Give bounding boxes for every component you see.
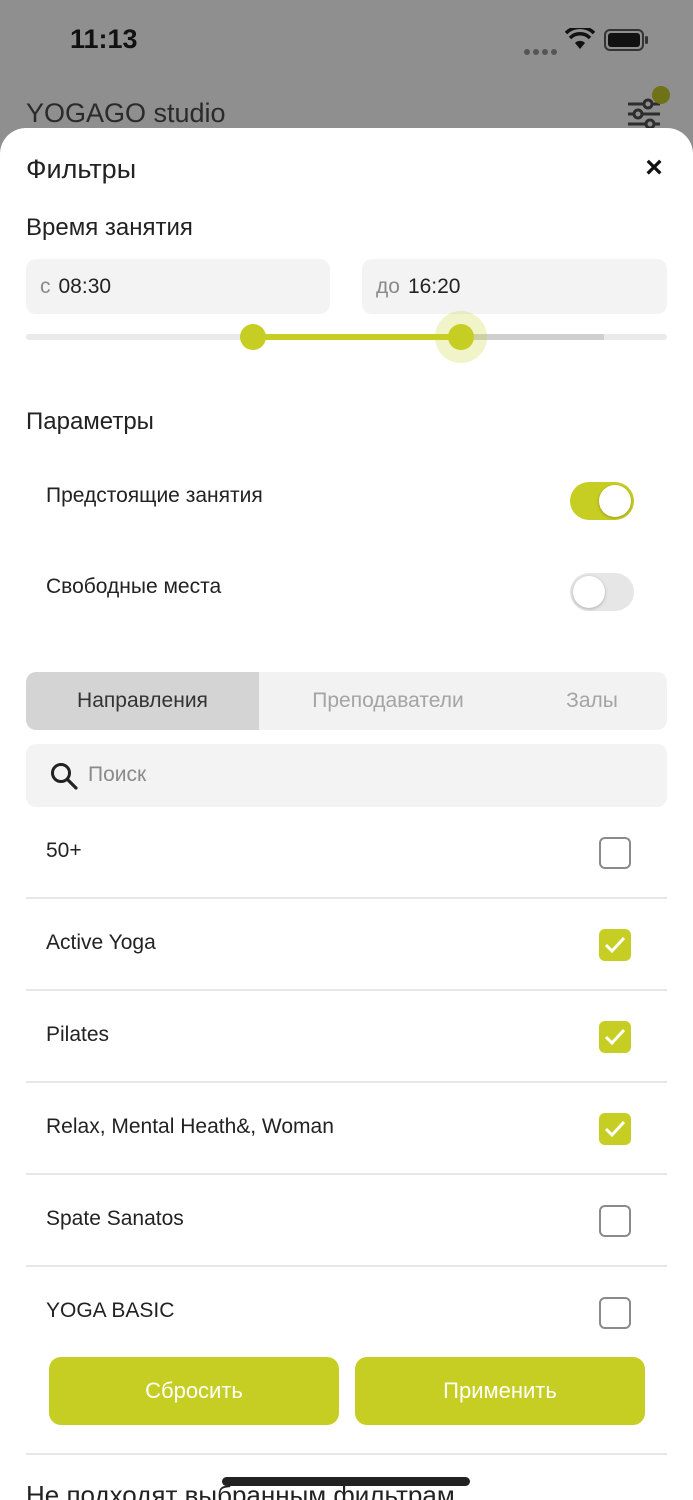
list-item[interactable]: Spate Sanatos (26, 1175, 667, 1267)
checkmark-icon (604, 1120, 626, 1138)
reset-button[interactable]: Сбросить (49, 1357, 339, 1425)
upcoming-classes-toggle[interactable] (570, 482, 634, 520)
list-item[interactable]: Pilates (26, 991, 667, 1083)
list-item-checkbox[interactable] (599, 929, 631, 961)
list-item[interactable]: Relax, Mental Heath&, Woman (26, 1083, 667, 1175)
list-item-label: Pilates (46, 1023, 110, 1046)
checkmark-icon (604, 1028, 626, 1046)
checkmark-icon (604, 936, 626, 954)
list-item-label: Relax, Mental Heath&, Woman (46, 1115, 334, 1138)
time-to-field[interactable]: до 16:20 (362, 259, 667, 314)
free-spots-label: Свободные места (46, 575, 222, 598)
list-item-label: Active Yoga (46, 931, 156, 954)
tab-teachers[interactable]: Преподаватели (259, 672, 517, 730)
time-range-fill (253, 334, 461, 340)
list-item-label: YOGA BASIC (46, 1299, 175, 1322)
divider (26, 1453, 667, 1455)
time-from-value: 08:30 (58, 275, 112, 298)
filters-sheet: Фильтры × Время занятия с 08:30 до 16:20 П… (0, 128, 693, 1500)
list-item-checkbox[interactable] (599, 1113, 631, 1145)
list-item[interactable]: 50+ (26, 807, 667, 899)
close-button[interactable]: × (636, 150, 672, 186)
app-title: YOGAGO studio (26, 98, 226, 128)
list-item-label: 50+ (46, 839, 82, 862)
search-icon (51, 763, 78, 790)
time-section-label: Время занятия (26, 214, 193, 241)
upcoming-classes-label: Предстоящие занятия (46, 484, 263, 507)
home-indicator (222, 1477, 470, 1486)
list-item[interactable]: YOGA BASIC (26, 1267, 667, 1359)
tab-halls[interactable]: Залы (517, 672, 667, 730)
time-from-prefix: с (40, 275, 51, 298)
filter-tabs: Направления Преподаватели Залы (26, 672, 667, 730)
time-to-prefix: до (376, 275, 400, 298)
search-input[interactable] (88, 758, 648, 792)
time-to-value: 16:20 (407, 275, 461, 298)
cellular-signal-icon (524, 42, 560, 60)
time-range-end-handle[interactable] (448, 324, 474, 350)
list-item-checkbox[interactable] (599, 1205, 631, 1237)
sheet-title: Фильтры (26, 154, 137, 184)
time-range-start-handle[interactable] (240, 324, 266, 350)
apply-button[interactable]: Применить (355, 1357, 645, 1425)
tab-directions[interactable]: Направления (26, 672, 259, 730)
list-item-checkbox[interactable] (599, 1297, 631, 1329)
time-from-field[interactable]: с 08:30 (26, 259, 330, 314)
search-bar (26, 744, 667, 807)
list-item-checkbox[interactable] (599, 837, 631, 869)
list-item-checkbox[interactable] (599, 1021, 631, 1053)
status-time: 11:13 (70, 24, 138, 54)
wifi-icon (565, 28, 595, 49)
list-item-label: Spate Sanatos (46, 1207, 184, 1230)
battery-icon (604, 29, 648, 51)
free-spots-toggle[interactable] (570, 573, 634, 611)
status-bar: 11:13 (0, 0, 693, 80)
filter-active-badge (652, 86, 670, 104)
params-section-label: Параметры (26, 408, 154, 435)
list-item[interactable]: Active Yoga (26, 899, 667, 991)
